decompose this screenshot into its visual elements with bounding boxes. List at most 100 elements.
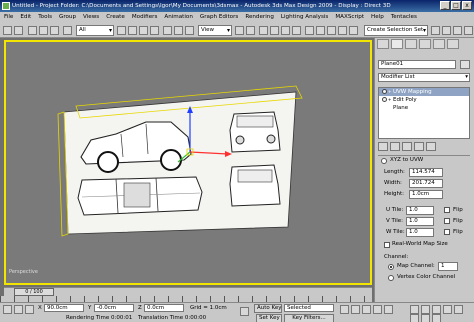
region-zoom-icon[interactable] (421, 314, 430, 322)
x-coordinate-field[interactable]: 90.0cm (44, 304, 84, 312)
zoom-all-icon[interactable] (421, 305, 430, 314)
selection-filter-icon[interactable] (63, 26, 72, 35)
expand-icon[interactable]: + (388, 89, 391, 95)
play-icon[interactable] (362, 305, 371, 314)
window-crossing-icon[interactable] (150, 26, 159, 35)
viewport-label[interactable]: Perspective (9, 269, 38, 275)
menu-animation[interactable]: Animation (164, 12, 193, 23)
menu-file[interactable]: File (4, 12, 13, 23)
percent-snap-icon[interactable] (281, 26, 290, 35)
menu-maxscript[interactable]: MAXScript (335, 12, 364, 23)
render-setup-icon[interactable] (442, 26, 451, 35)
remove-modifier-icon[interactable] (414, 142, 424, 151)
object-name-field[interactable]: Plane01 (378, 60, 456, 69)
absolute-mode-icon[interactable] (25, 305, 34, 314)
field-of-view-icon[interactable] (410, 314, 419, 322)
z-coordinate-field[interactable]: 0.0cm (144, 304, 184, 312)
bind-space-warp-icon[interactable] (50, 26, 59, 35)
select-manipulate-icon[interactable] (246, 26, 255, 35)
unlink-icon[interactable] (39, 26, 48, 35)
utilities-tab-icon[interactable] (447, 39, 459, 49)
edit-named-selections-icon[interactable] (305, 26, 314, 35)
menu-rendering[interactable]: Rendering (245, 12, 274, 23)
maximize-button[interactable]: □ (451, 1, 461, 10)
menu-group[interactable]: Group (59, 12, 76, 23)
maximize-viewport-icon[interactable] (432, 314, 441, 322)
orbit-icon[interactable] (454, 305, 463, 314)
pan-icon[interactable] (443, 305, 452, 314)
height-spinner[interactable]: 1.0cm (409, 190, 443, 199)
menu-tools[interactable]: Tools (38, 12, 52, 23)
menu-edit[interactable]: Edit (20, 12, 31, 23)
maxscript-listener-icon[interactable] (3, 305, 12, 314)
curve-editor-icon[interactable] (349, 26, 358, 35)
w-flip-checkbox[interactable] (444, 229, 450, 235)
render-production-icon[interactable] (453, 26, 462, 35)
menu-lighting-analysis[interactable]: Lighting Analysis (281, 12, 328, 23)
snaps-toggle-icon[interactable] (259, 26, 268, 35)
next-frame-icon[interactable] (373, 305, 382, 314)
layer-manager-icon[interactable] (338, 26, 347, 35)
make-unique-icon[interactable] (402, 142, 412, 151)
time-slider-thumb[interactable]: 0 / 100 (14, 288, 54, 296)
angle-snap-icon[interactable] (270, 26, 279, 35)
lock-selection-icon[interactable] (14, 305, 23, 314)
modify-tab-icon[interactable] (391, 39, 403, 49)
v-tile-spinner[interactable]: 1.0 (406, 217, 434, 226)
width-spinner[interactable]: 201.724 (409, 179, 443, 188)
modifier-list-dropdown[interactable]: Modifier List (378, 73, 470, 82)
xyz-to-uvw-radio[interactable] (381, 158, 387, 164)
motion-tab-icon[interactable] (419, 39, 431, 49)
object-color-swatch[interactable] (460, 60, 470, 69)
named-selection-set-dropdown[interactable]: Create Selection Set (364, 25, 428, 36)
rotate-icon[interactable] (174, 26, 183, 35)
key-filters-button[interactable]: Key Filters... (284, 314, 334, 322)
display-tab-icon[interactable] (433, 39, 445, 49)
hierarchy-tab-icon[interactable] (405, 39, 417, 49)
app-icon[interactable] (2, 2, 10, 10)
menu-views[interactable]: Views (83, 12, 99, 23)
redo-icon[interactable] (14, 26, 23, 35)
select-link-icon[interactable] (28, 26, 37, 35)
vertex-color-channel-radio[interactable] (388, 275, 394, 281)
select-object-icon[interactable] (117, 26, 126, 35)
move-icon[interactable] (163, 26, 172, 35)
menu-modifiers[interactable]: Modifiers (132, 12, 158, 23)
real-world-map-size-checkbox[interactable] (384, 242, 390, 248)
stack-item-edit-poly[interactable]: + Edit Poly (379, 96, 469, 104)
selection-set-dropdown[interactable]: Selected (284, 304, 334, 312)
lightbulb-icon[interactable] (382, 97, 387, 102)
key-mode-icon[interactable] (240, 307, 249, 316)
transform-gizmo[interactable] (6, 42, 370, 283)
select-by-name-icon[interactable] (128, 26, 137, 35)
go-to-end-icon[interactable] (384, 305, 393, 314)
lightbulb-icon[interactable] (382, 89, 387, 94)
rectangular-selection-icon[interactable] (139, 26, 148, 35)
w-tile-spinner[interactable]: 1.0 (406, 228, 434, 237)
zoom-extents-icon[interactable] (432, 305, 441, 314)
map-channel-spinner[interactable]: 1 (438, 262, 458, 271)
stack-item-plane[interactable]: Plane (379, 104, 469, 112)
u-flip-checkbox[interactable] (444, 207, 450, 213)
menu-help[interactable]: Help (371, 12, 384, 23)
v-flip-checkbox[interactable] (444, 218, 450, 224)
align-icon[interactable] (327, 26, 336, 35)
selection-filter-dropdown[interactable]: All (76, 25, 114, 36)
spinner-snap-icon[interactable] (292, 26, 301, 35)
minimize-button[interactable]: _ (440, 1, 450, 10)
undo-icon[interactable] (3, 26, 12, 35)
set-key-button[interactable]: Set Key (256, 314, 282, 322)
zoom-icon[interactable] (410, 305, 419, 314)
expand-icon[interactable]: + (388, 97, 391, 103)
menu-create[interactable]: Create (106, 12, 125, 23)
auto-key-button[interactable]: Auto Key (254, 304, 282, 313)
create-tab-icon[interactable] (377, 39, 389, 49)
go-to-start-icon[interactable] (340, 305, 349, 314)
perspective-viewport[interactable]: Perspective (4, 40, 372, 285)
mirror-icon[interactable] (316, 26, 325, 35)
reference-coordinate-dropdown[interactable]: View (198, 25, 232, 36)
menu-graph-editors[interactable]: Graph Editors (200, 12, 238, 23)
y-coordinate-field[interactable]: -0.0cm (94, 304, 134, 312)
configure-modifier-sets-icon[interactable] (426, 142, 436, 151)
quick-render-icon[interactable] (464, 26, 473, 35)
